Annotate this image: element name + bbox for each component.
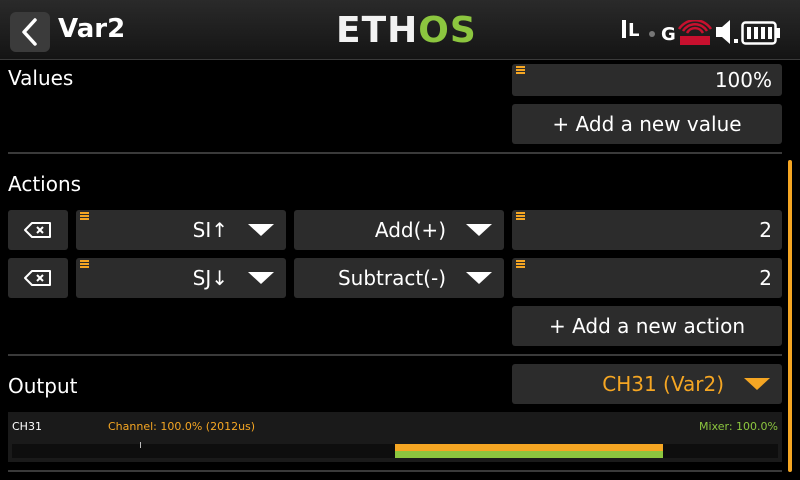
status-dot-icon (649, 31, 655, 37)
mixer-bar (395, 451, 664, 458)
status-g-label: G (661, 24, 676, 45)
dropdown-caret-icon (248, 272, 274, 284)
edit-marker-icon (80, 212, 89, 221)
backspace-icon (24, 222, 51, 238)
status-l-label: L (628, 20, 640, 41)
divider (8, 470, 782, 472)
dropdown-caret-icon (744, 378, 770, 390)
scrollbar[interactable] (788, 160, 792, 472)
chevron-left-icon (22, 18, 37, 46)
divider (8, 354, 782, 356)
output-channel-select[interactable]: CH31 (Var2) (512, 364, 782, 404)
add-action-button[interactable]: + Add a new action (512, 306, 782, 346)
source-select[interactable]: SI↑ (76, 210, 286, 250)
mixer-output-text: Mixer: 100.0% (699, 420, 778, 433)
action-value-field[interactable]: 2 (512, 258, 782, 298)
brand-logo: ETHOS (336, 10, 477, 51)
delete-action-button[interactable] (8, 210, 68, 250)
action-value-field[interactable]: 2 (512, 210, 782, 250)
edit-marker-icon (516, 260, 525, 269)
battery-icon (741, 21, 780, 45)
bar-tick-mark (140, 442, 141, 448)
value-text: 100% (714, 68, 772, 92)
source-value: SJ↓ (192, 266, 228, 290)
back-button[interactable] (10, 12, 50, 52)
edit-marker-icon (80, 260, 89, 269)
channel-output-text: Channel: 100.0% (2012us) (108, 420, 256, 433)
operation-value: Add(+) (374, 218, 446, 242)
timer-icon-bar (622, 20, 626, 38)
delete-action-button[interactable] (8, 258, 68, 298)
add-value-button[interactable]: + Add a new value (512, 104, 782, 144)
edit-marker-icon (516, 212, 525, 221)
values-label: Values (8, 66, 74, 90)
channel-bar (395, 444, 664, 451)
speaker-icon (716, 20, 738, 44)
divider (8, 152, 782, 154)
source-select[interactable]: SJ↓ (76, 258, 286, 298)
source-value: SI↑ (192, 218, 228, 242)
edit-marker-icon (516, 66, 525, 75)
page-title: Var2 (58, 14, 126, 44)
channel-monitor: CH31 Channel: 100.0% (2012us) Mixer: 100… (8, 412, 782, 462)
logo-text-os: OS (418, 10, 477, 51)
operation-select[interactable]: Subtract(-) (294, 258, 504, 298)
operation-select[interactable]: Add(+) (294, 210, 504, 250)
dropdown-caret-icon (466, 272, 492, 284)
output-label: Output (8, 374, 78, 398)
channel-name: CH31 (12, 420, 42, 433)
actions-label: Actions (8, 172, 82, 196)
backspace-icon (24, 270, 51, 286)
output-channel-value: CH31 (Var2) (602, 372, 724, 396)
dropdown-caret-icon (248, 224, 274, 236)
output-bar-track (12, 442, 778, 458)
action-value-text: 2 (759, 218, 772, 242)
signal-icon (678, 20, 712, 45)
operation-value: Subtract(-) (337, 266, 446, 290)
action-value-text: 2 (759, 266, 772, 290)
value-field[interactable]: 100% (512, 64, 782, 96)
dropdown-caret-icon (466, 224, 492, 236)
logo-text-eth: ETH (336, 10, 419, 51)
